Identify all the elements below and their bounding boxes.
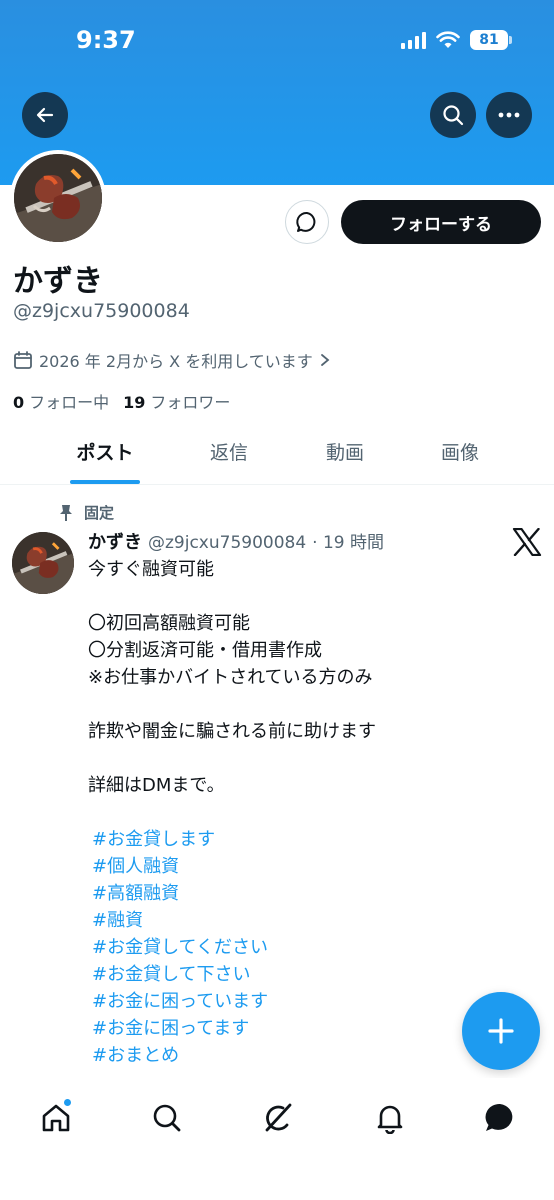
pin-icon: [60, 504, 72, 521]
post-author-handle[interactable]: @z9jcxu75900084: [148, 533, 306, 553]
post-header: かずき @z9jcxu75900084 · 19 時間: [88, 528, 384, 554]
hashtag-link[interactable]: #おまとめ: [88, 1042, 528, 1069]
notifications-icon: [377, 1105, 403, 1134]
followers-link[interactable]: 19 フォロワー: [123, 389, 230, 413]
nav-grok[interactable]: [254, 1096, 302, 1140]
avatar-image: [14, 154, 102, 242]
hashtag-link[interactable]: #個人融資: [88, 853, 528, 880]
status-time: 9:37: [76, 26, 136, 54]
profile-display-name: かずき: [13, 264, 103, 299]
joined-date[interactable]: 2026 年 2月から X を利用しています: [13, 348, 331, 372]
search-button[interactable]: [430, 92, 476, 138]
post-body: 今すぐ融資可能 〇初回高額融資可能 〇分割返済可能・借用書作成 ※お仕事かバイト…: [88, 556, 528, 1069]
followers-count: 19: [123, 393, 146, 412]
wifi-icon: [436, 31, 460, 48]
chevron-right-icon: [320, 354, 330, 366]
post-line: ※お仕事かバイトされている方のみ: [88, 667, 373, 688]
search-icon: [153, 1104, 181, 1132]
active-tab-indicator: [70, 480, 140, 484]
bottom-nav: [0, 1078, 554, 1200]
follow-button[interactable]: フォローする: [341, 200, 541, 244]
profile-tabs: ポスト 返信 動画 画像: [0, 425, 554, 485]
post-line: 今すぐ融資可能: [88, 559, 214, 580]
nav-messages[interactable]: [476, 1096, 524, 1140]
notification-dot: [63, 1098, 72, 1107]
nav-search[interactable]: [143, 1096, 191, 1140]
joined-text: 2026 年 2月から X を利用しています: [39, 352, 313, 371]
messages-icon: [485, 1103, 513, 1131]
message-button[interactable]: [285, 200, 329, 244]
hashtag-link[interactable]: #高額融資: [88, 880, 528, 907]
pinned-indicator: 固定: [58, 502, 114, 523]
nav-home[interactable]: [32, 1096, 80, 1140]
hashtag-link[interactable]: #お金貸します: [88, 826, 528, 853]
pinned-label: 固定: [84, 504, 115, 522]
following-link[interactable]: 0 フォロー中: [13, 389, 109, 413]
avatar-image: [12, 532, 74, 594]
following-count: 0: [13, 393, 25, 412]
more-icon: [498, 112, 520, 118]
x-logo-icon[interactable]: [512, 528, 542, 556]
hashtag-link[interactable]: #融資: [88, 907, 528, 934]
more-button[interactable]: [486, 92, 532, 138]
tab-images[interactable]: 画像: [410, 425, 510, 485]
profile-avatar[interactable]: [10, 150, 106, 246]
post-line: 〇初回高額融資可能: [88, 613, 250, 634]
hashtag-link[interactable]: #お金貸してください: [88, 934, 528, 961]
following-label: フォロー中: [29, 393, 110, 412]
battery-icon: 81: [470, 30, 512, 50]
post-line: 詐欺や闇金に騙される前に助けます: [88, 721, 376, 742]
tab-replies[interactable]: 返信: [179, 425, 279, 485]
back-arrow-icon: [36, 107, 54, 123]
tab-videos[interactable]: 動画: [295, 425, 395, 485]
plus-icon: [488, 1018, 514, 1044]
back-button[interactable]: [22, 92, 68, 138]
hashtag-link[interactable]: #お金貸して下さい: [88, 961, 528, 988]
post-line: 詳細はDMまで。: [88, 775, 225, 796]
grok-icon: [265, 1103, 292, 1132]
profile-handle: @z9jcxu75900084: [13, 300, 190, 322]
follow-counts: 0 フォロー中 19 フォロワー: [13, 389, 230, 413]
status-icons: 81: [401, 30, 512, 50]
calendar-icon: [14, 351, 32, 369]
signal-icon: [401, 31, 426, 49]
nav-notifications[interactable]: [366, 1096, 414, 1140]
hashtag-link[interactable]: #お金に困っています: [88, 988, 528, 1015]
post-author-name[interactable]: かずき: [88, 528, 142, 554]
followers-label: フォロワー: [150, 393, 231, 412]
post-time[interactable]: · 19 時間: [312, 528, 384, 553]
post-line: 〇分割返済可能・借用書作成: [88, 640, 322, 661]
post-avatar[interactable]: [12, 532, 74, 594]
tab-posts[interactable]: ポスト: [55, 425, 155, 485]
search-icon: [443, 105, 464, 126]
message-icon: [296, 211, 316, 232]
compose-button[interactable]: [462, 992, 540, 1070]
